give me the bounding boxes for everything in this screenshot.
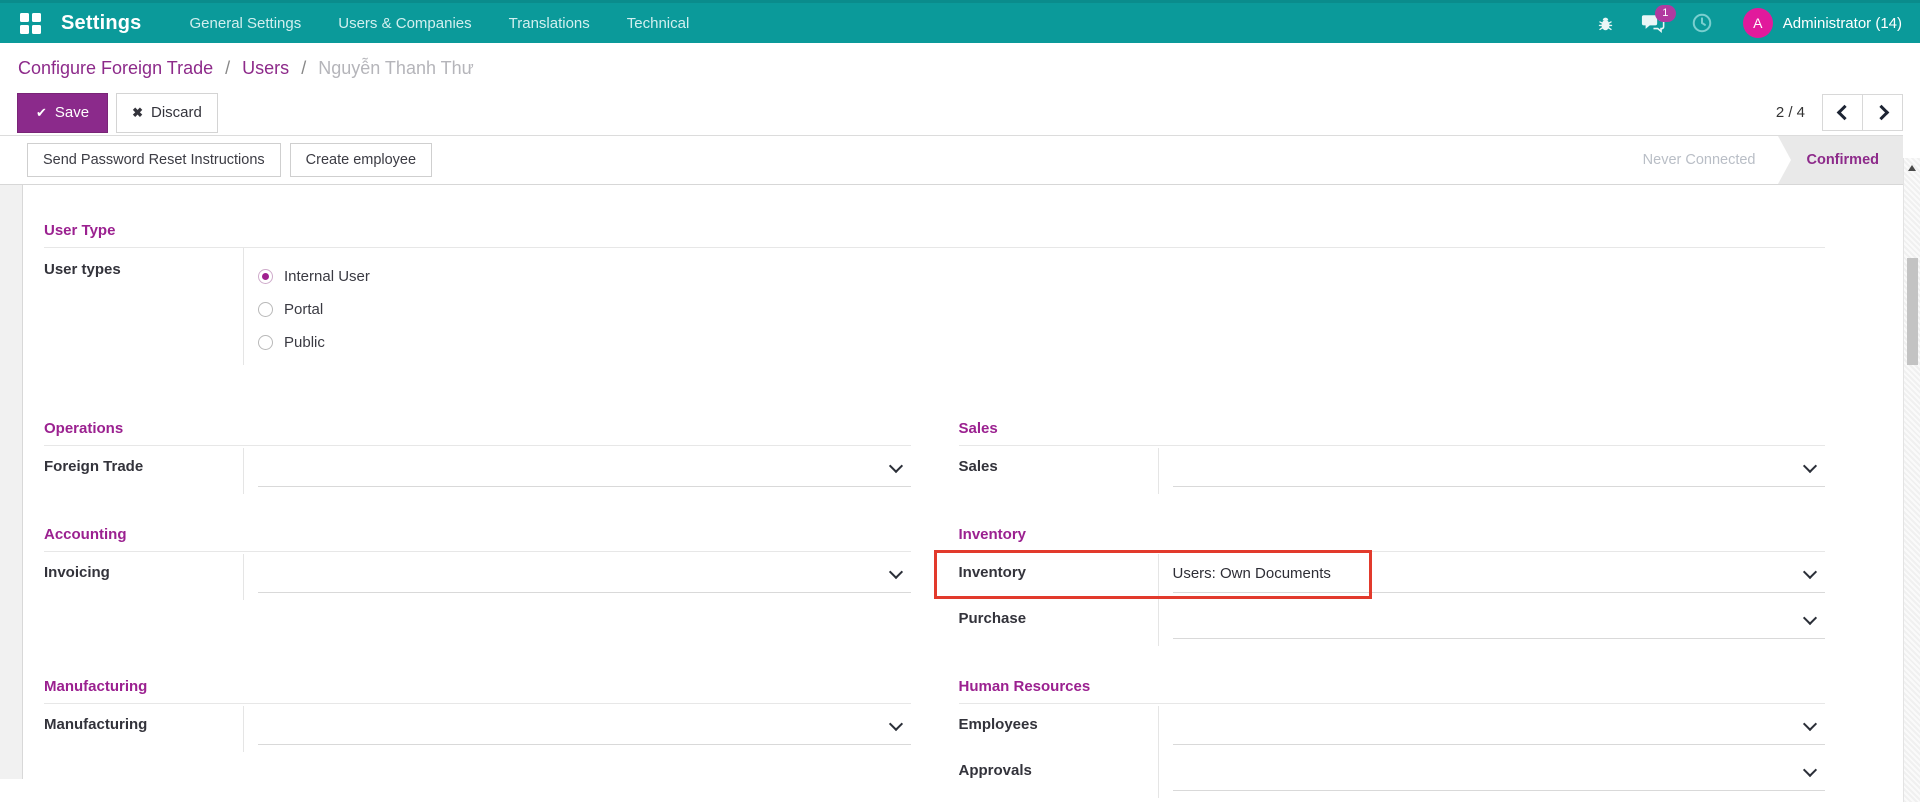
menu-users-companies[interactable]: Users & Companies <box>338 15 471 32</box>
status-step-arrow <box>1778 136 1791 184</box>
chevron-down-icon[interactable] <box>1803 717 1817 731</box>
group-sales: Sales Sales <box>959 420 1826 494</box>
access-rights-groups: Operations Foreign Trade Sales <box>44 420 1825 798</box>
save-button[interactable]: ✔ Save <box>17 93 108 133</box>
vertical-scrollbar[interactable] <box>1903 158 1920 802</box>
section-user-type: User Type User types Internal User Porta… <box>44 222 1825 365</box>
chevron-down-icon[interactable] <box>1803 611 1817 625</box>
form-statusbar-row: Send Password Reset Instructions Create … <box>0 135 1903 185</box>
field-inventory: Inventory Users: Own Documents <box>959 554 1826 600</box>
group-inventory: Inventory Inventory Users: Own Documents… <box>959 526 1826 646</box>
manufacturing-select[interactable] <box>258 706 911 745</box>
field-approvals: Approvals <box>959 752 1826 798</box>
radio-unselected-icon[interactable] <box>258 335 273 350</box>
breadcrumb-current-record: Nguyễn Thanh Thư <box>318 58 474 78</box>
form-content: User Type User types Internal User Porta… <box>0 185 1920 779</box>
user-avatar[interactable]: A <box>1743 8 1773 38</box>
chevron-right-icon <box>1873 105 1889 121</box>
field-purchase: Purchase <box>959 600 1826 646</box>
group-accounting: Accounting Invoicing <box>44 526 911 646</box>
status-step-confirmed[interactable]: Confirmed <box>1791 136 1904 184</box>
radio-portal[interactable]: Portal <box>258 293 370 326</box>
group-human-resources: Human Resources Employees Approvals <box>959 678 1826 798</box>
pager-counter: 2 / 4 <box>1776 104 1805 121</box>
chevron-down-icon[interactable] <box>1803 565 1817 579</box>
inventory-select[interactable]: Users: Own Documents <box>1173 554 1826 593</box>
user-types-label: User types <box>44 248 244 365</box>
create-employee-button[interactable]: Create employee <box>290 143 432 177</box>
send-password-reset-button[interactable]: Send Password Reset Instructions <box>27 143 281 177</box>
field-manufacturing: Manufacturing <box>44 706 911 752</box>
invoicing-select[interactable] <box>258 554 911 593</box>
field-foreign-trade: Foreign Trade <box>44 448 911 494</box>
breadcrumb-link-users[interactable]: Users <box>242 58 289 78</box>
radio-selected-icon[interactable] <box>258 269 273 284</box>
field-employees: Employees <box>959 706 1826 752</box>
chevron-down-icon[interactable] <box>888 717 902 731</box>
scrollbar-up-arrow-icon[interactable] <box>1908 165 1916 171</box>
menu-general-settings[interactable]: General Settings <box>190 15 302 32</box>
menu-technical[interactable]: Technical <box>627 15 690 32</box>
chevron-left-icon <box>1836 105 1852 121</box>
chevron-down-icon[interactable] <box>1803 459 1817 473</box>
group-operations: Operations Foreign Trade <box>44 420 911 494</box>
activity-clock-icon[interactable] <box>1691 12 1713 34</box>
messages-chat-icon[interactable]: 1 <box>1641 13 1665 34</box>
top-navbar: Settings General Settings Users & Compan… <box>0 0 1920 43</box>
breadcrumb-separator: / <box>301 58 306 78</box>
control-panel: ✔ Save ✖ Discard 2 / 4 <box>0 77 1920 135</box>
employees-select[interactable] <box>1173 706 1826 745</box>
sales-select[interactable] <box>1173 448 1826 487</box>
status-step-never-connected[interactable]: Never Connected <box>1621 136 1778 184</box>
breadcrumb: Configure Foreign Trade / Users / Nguyễn… <box>0 43 1920 77</box>
pager-previous-button[interactable] <box>1822 94 1863 131</box>
chevron-down-icon[interactable] <box>1803 763 1817 777</box>
form-sheet: User Type User types Internal User Porta… <box>22 185 1903 779</box>
pager-next-button[interactable] <box>1863 94 1903 131</box>
apps-grid-icon[interactable] <box>20 13 41 34</box>
foreign-trade-select[interactable] <box>258 448 911 487</box>
menu-translations[interactable]: Translations <box>509 15 590 32</box>
discard-button[interactable]: ✖ Discard <box>116 93 218 133</box>
breadcrumb-link-action[interactable]: Configure Foreign Trade <box>18 58 213 78</box>
group-manufacturing: Manufacturing Manufacturing <box>44 678 911 798</box>
purchase-select[interactable] <box>1173 600 1826 639</box>
section-title: User Type <box>44 222 1825 240</box>
check-icon: ✔ <box>36 105 47 121</box>
field-sales: Sales <box>959 448 1826 494</box>
scrollbar-thumb[interactable] <box>1907 258 1918 365</box>
field-invoicing: Invoicing <box>44 554 911 600</box>
messages-badge: 1 <box>1655 5 1676 22</box>
chevron-down-icon[interactable] <box>888 565 902 579</box>
chevron-down-icon[interactable] <box>888 459 902 473</box>
record-pager: 2 / 4 <box>1776 94 1903 131</box>
radio-internal-user[interactable]: Internal User <box>258 260 370 293</box>
user-types-radio-group: Internal User Portal Public <box>244 248 370 365</box>
statusbar: Never Connected Confirmed <box>1621 136 1903 184</box>
radio-public[interactable]: Public <box>258 326 370 359</box>
cross-icon: ✖ <box>132 105 143 121</box>
breadcrumb-separator: / <box>225 58 230 78</box>
user-menu[interactable]: Administrator (14) <box>1783 15 1902 32</box>
debug-bug-icon[interactable] <box>1596 14 1615 33</box>
approvals-select[interactable] <box>1173 752 1826 791</box>
app-name[interactable]: Settings <box>61 12 142 35</box>
radio-unselected-icon[interactable] <box>258 302 273 317</box>
